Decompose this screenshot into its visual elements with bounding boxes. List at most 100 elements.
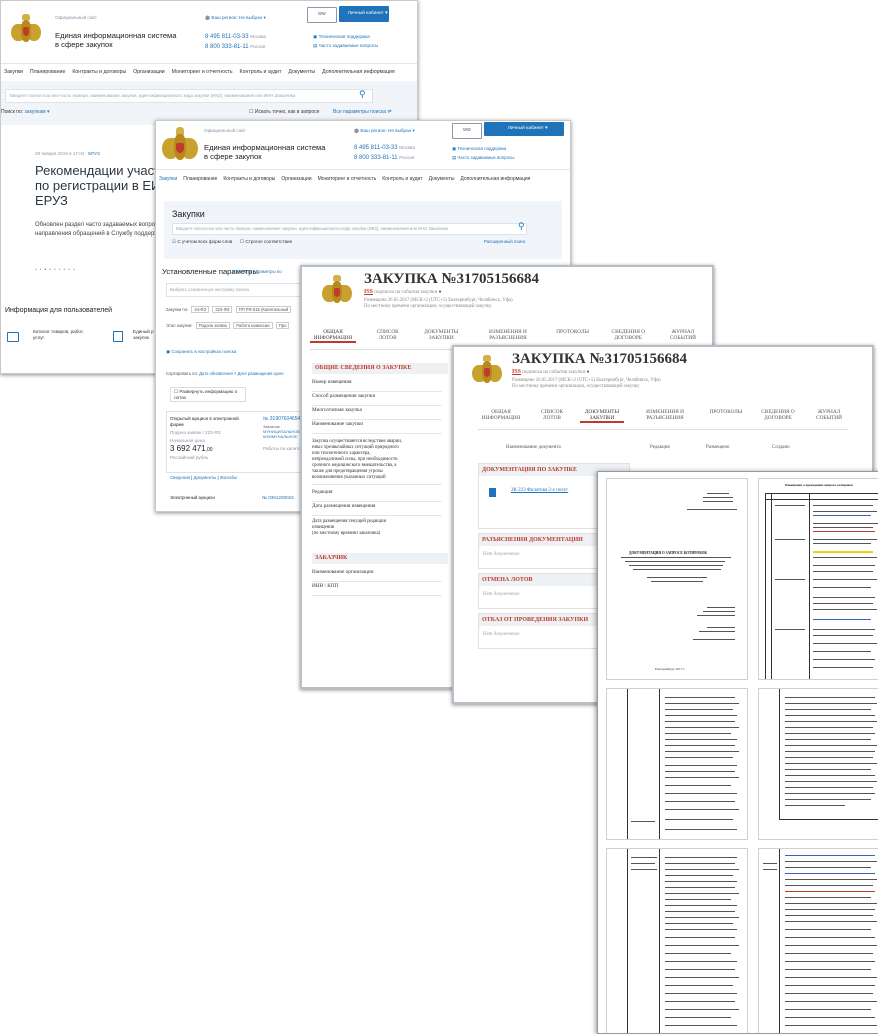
subscribe-label[interactable]: подписка на события закупки [522,370,585,375]
support-link[interactable]: ▣ Техническая поддержка [313,32,378,41]
menu-item[interactable]: Контракты и договоры [223,176,275,182]
menu-item[interactable]: Организации [133,69,164,75]
law-chip[interactable]: ПП РФ 615 (Капитальный [235,306,292,313]
doc-file-link[interactable]: ЗК 223 Филатова 2-е полуг [511,488,568,493]
exact-checkbox[interactable]: ☐ Искать точно, как в запросе [249,109,319,115]
login-label: Личный кабинет ▾ [507,126,548,131]
login-button[interactable]: 👤 Личный кабинет ▾ [339,6,389,22]
menu-item[interactable]: Дополнительная информация [460,176,530,182]
search-in-dropdown[interactable]: закупкам ▾ [25,109,50,115]
help-icon[interactable]: ● [587,370,590,375]
menu-item[interactable]: Мониторинг и отчетность [172,69,233,75]
tab-general[interactable]: ОБЩАЯ ИНФОРМАЦИЯ [310,329,356,343]
menu-item[interactable]: Дополнительная информация [322,69,395,75]
tab-journal[interactable]: ЖУРНАЛ СОБЫТИЙ [664,329,702,341]
tab-protocols[interactable]: ПРОТОКОЛЫ [706,409,746,415]
section-title: Закупки [172,209,205,219]
sort-option[interactable]: Цене [274,371,284,376]
region-selector[interactable]: ⬤ Ваш регион: Не выбран ▾ [205,15,266,21]
tab-general[interactable]: ОБЩАЯ ИНФОРМАЦИЯ [478,409,524,421]
card2-number[interactable]: № 0361200015 [262,495,294,500]
menu-item[interactable]: Мониторинг и отчетность [318,176,377,182]
tab-contract[interactable]: СВЕДЕНИЯ О ДОГОВОРЕ [757,409,799,421]
law-chip[interactable]: 44-ФЗ [191,306,210,313]
menu-item[interactable]: Закупки [159,176,177,182]
card-number[interactable]: № 31907604654 [263,416,300,422]
slider-dots[interactable]: ••••••••• [35,267,78,273]
expand-lots-checkbox[interactable]: ☐ Развернуть информацию о лотах [170,387,246,402]
stage-chip[interactable]: Про [275,322,290,329]
tab-lots[interactable]: СПИСОК ЛОТОВ [535,409,569,421]
tab-documents[interactable]: ДОКУМЕНТЫ ЗАКУПКИ [580,409,624,423]
tab-lots[interactable]: СПИСОК ЛОТОВ [371,329,405,341]
menu-item[interactable]: Организации [281,176,311,182]
field-method: Способ размещения закупки [312,393,442,406]
region-selector[interactable]: ⬤ Ваш регион: Не выбран ▾ [354,128,415,134]
emergency-line: возникновения указанных ситуаций [312,475,386,480]
tab-changes[interactable]: ИЗМЕНЕНИЯ И РАЗЪЯСНЕНИЯ [478,329,538,341]
menu-item[interactable]: Документы [288,69,315,75]
all-params-link[interactable]: Все параметры поиска ⇌ [333,109,392,115]
card-link[interactable]: Документы [194,475,217,480]
help-icon[interactable]: ● [439,290,442,295]
card-link[interactable]: Жалобы [220,475,237,480]
russian-emblem-icon [11,14,41,46]
iss-link[interactable]: ISS [512,369,521,375]
menu-item[interactable]: Закупки [4,69,23,75]
strict-checkbox[interactable]: ☐ Строгое соответствие [240,239,292,245]
subscribe-label[interactable]: подписка на события закупки [374,290,437,295]
news-title[interactable]: Рекомендации участ по регистрации в ЕИС … [35,163,170,208]
change-params-link[interactable]: Изменить параметры по [232,269,282,274]
catalog-tile[interactable]: Каталог товаров, работ, услуг [7,327,127,347]
card-link[interactable]: Сведения [170,475,190,480]
search-icon[interactable]: ⚲ [518,221,525,232]
accessibility-glasses-icon[interactable]: 👓 [307,7,337,23]
search-input[interactable]: Введите полностью или часть номера, наим… [5,89,373,103]
phone-2: 8 800 333-81-11 [354,155,398,161]
tab-protocols[interactable]: ПРОТОКОЛЫ [553,329,593,335]
tab-changes[interactable]: ИЗМЕНЕНИЯ И РАЗЪЯСНЕНИЯ [635,409,695,421]
site-title-line-2: в сфере закупок [204,152,262,161]
menu-item[interactable]: Контроль и аудит [240,69,282,75]
site-header: Официальный сайт Единая информационная с… [156,121,570,170]
field-inn: ИНН \ КПП [312,583,442,596]
menu-item[interactable]: Контроль и аудит [382,176,422,182]
faq-link[interactable]: ▤ Часто задаваемые вопросы [313,41,378,50]
law-chip[interactable]: 223-ФЗ [212,306,233,313]
login-button[interactable]: 👤 Личный кабинет ▾ [484,122,564,136]
stage-chip[interactable]: Работа комиссии [233,322,273,329]
faq-link[interactable]: ▤ Часто задаваемые вопросы [452,153,514,162]
support-link[interactable]: ▣ Техническая поддержка [452,144,514,153]
field-edition-date: Дата размещения текущей редакции извещен… [312,519,386,537]
saved-placeholder: Выбрать сохраненную настройку поиска [170,287,249,292]
news-text-line: Обновлен раздел часто задаваемых вопросо [35,222,162,228]
card-customer: Заказчик: МУНИЦИПАЛЬНОЕ КОММУНАЛЬНОЕ [263,424,300,439]
user-icon: 👤 [500,126,508,131]
menu-item[interactable]: Планирование [183,176,217,182]
menu-item[interactable]: Контракты и договоры [72,69,126,75]
tab-documents[interactable]: ДОКУМЕНТЫ ЗАКУПКИ [419,329,463,341]
sort-option[interactable]: Дате обновления [199,371,233,376]
menu-item[interactable]: Планирование [30,69,65,75]
iss-link[interactable]: ISS [364,289,373,295]
menu-item[interactable]: Документы [429,176,455,182]
news-tag[interactable]: ЕРУЗ [88,151,100,156]
login-label: Личный кабинет ▾ [347,11,388,16]
sort-option[interactable]: Дате размещения [238,371,273,376]
customer-name[interactable]: КОММУНАЛЬНОЕ [263,434,300,439]
stage-chip[interactable]: Подача заявок [195,322,231,329]
tab-contract[interactable]: СВЕДЕНИЯ О ДОГОВОРЕ [607,329,649,341]
search-icon[interactable]: ⚲ [359,89,366,100]
search-input[interactable]: Введите полностью или часть номера, наим… [172,223,527,235]
accessibility-glasses-icon[interactable]: 👓 [452,123,482,139]
save-settings-label: Сохранить в настройках поиска [171,349,237,354]
subscribe-row: ISS подписка на события закупки ● [512,369,590,375]
news-text-line: направления обращений в Службу поддержк [35,231,161,237]
site-title: Единая информационная система в сфере за… [204,143,326,161]
saved-settings-select[interactable]: Выбрать сохраненную настройку поиска [166,283,301,297]
advanced-search-link[interactable]: Расширенный поиск [484,239,525,244]
tab-journal[interactable]: ЖУРНАЛ СОБЫТИЙ [810,409,848,421]
word-forms-checkbox[interactable]: ☑ С учетом всех форм слов [172,239,232,245]
save-settings-link[interactable]: ▣ Сохранить в настройках поиска [166,349,236,355]
faq-label: Часто задаваемые вопросы [318,43,379,48]
